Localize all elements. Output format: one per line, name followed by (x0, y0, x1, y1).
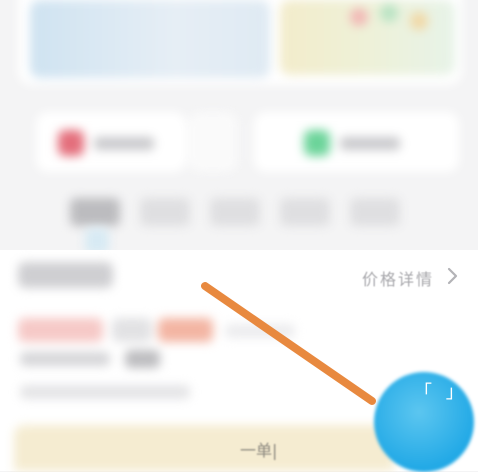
annotation-arrow (201, 282, 376, 405)
